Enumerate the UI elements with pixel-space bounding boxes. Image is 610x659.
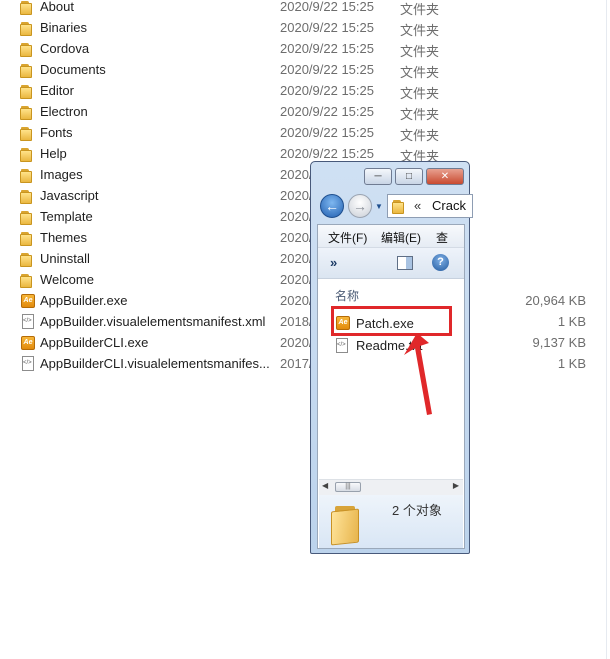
- red-arrow-annotation: [404, 333, 432, 415]
